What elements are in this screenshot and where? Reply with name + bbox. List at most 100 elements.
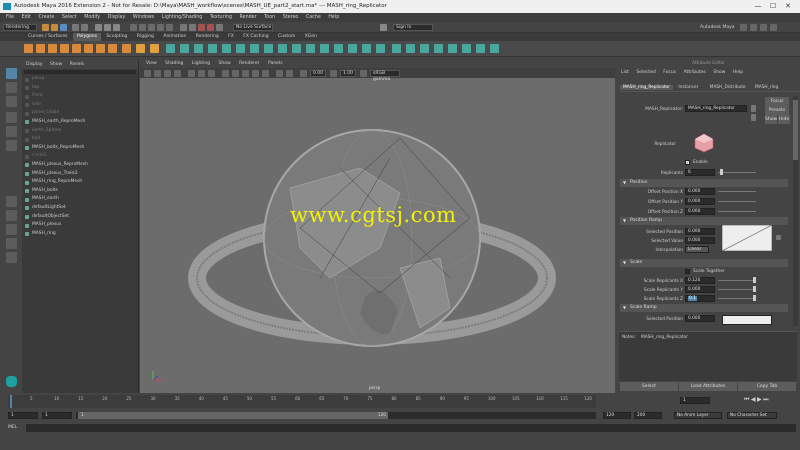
scale-x-slider-handle[interactable] [753, 277, 756, 283]
side-by-side-layout-icon[interactable] [6, 224, 17, 235]
tool-settings-icon[interactable] [760, 24, 767, 31]
move-tool-icon[interactable] [6, 112, 17, 123]
scale-ramp-selected-position-field[interactable]: 0.000 [685, 315, 715, 322]
combine-icon[interactable] [166, 44, 175, 53]
ipr-render-icon[interactable] [207, 24, 214, 31]
uv-editor-icon[interactable] [392, 44, 401, 53]
menu-edit[interactable]: Edit [22, 13, 31, 22]
undo-icon[interactable] [72, 24, 79, 31]
replicants-slider-handle[interactable] [720, 169, 723, 175]
tab-mash-ring[interactable]: MASH_ring [755, 85, 778, 90]
select-tool-icon[interactable] [6, 68, 17, 79]
shelf-tab-animation[interactable]: Animation [159, 33, 190, 41]
outliner-layout-icon[interactable] [6, 238, 17, 249]
replicants-field[interactable]: 6 [685, 169, 715, 176]
redo-icon[interactable] [81, 24, 88, 31]
snap-view-icon[interactable] [157, 24, 164, 31]
poly-sphere-icon[interactable] [24, 44, 33, 53]
scale-z-slider-handle[interactable] [753, 295, 756, 301]
outliner-item[interactable]: MASH_plexus_ReproMesh [22, 161, 138, 170]
notes-area[interactable]: Notes: MASH_ring_Replicator [619, 331, 797, 381]
sign-in-dropdown[interactable]: Sign In [393, 24, 433, 31]
gamma-field[interactable]: 1.00 [340, 69, 356, 77]
focus-input-icon[interactable] [751, 105, 756, 112]
ae-menu-focus[interactable]: Focus [663, 70, 676, 75]
outliner-item[interactable]: plane_Globe [22, 109, 138, 118]
select-object-icon[interactable] [104, 24, 111, 31]
wedge-icon[interactable] [376, 44, 385, 53]
automatic-mapping-icon[interactable] [420, 44, 429, 53]
range-slider-bar[interactable]: 1 120 [78, 412, 388, 419]
focus-output-icon[interactable] [751, 114, 756, 121]
interpolation-dropdown[interactable]: Linear [685, 246, 709, 253]
outliner-item[interactable]: top [22, 84, 138, 93]
planar-mapping-icon[interactable] [406, 44, 415, 53]
spherical-mapping-icon[interactable] [448, 44, 457, 53]
menu-windows[interactable]: Windows [133, 13, 154, 22]
poly-cylinder-icon[interactable] [48, 44, 57, 53]
offset-z-field[interactable]: 0.000 [685, 208, 715, 215]
outliner-item[interactable]: MASH_earth_ReproMesh [22, 118, 138, 127]
outliner-menu-display[interactable]: Display [26, 62, 43, 67]
shadows-icon[interactable] [262, 69, 269, 77]
viewport-menu-shading[interactable]: Shading [165, 61, 183, 66]
shelf-tab-polygons[interactable]: Polygons [72, 33, 101, 41]
hide-button[interactable]: Hide [778, 115, 790, 124]
ae-menu-help[interactable]: Help [733, 70, 743, 75]
grid-icon[interactable] [188, 69, 195, 77]
textured-icon[interactable] [242, 69, 249, 77]
tab-instancer[interactable]: Instancer [678, 85, 698, 90]
menu-create[interactable]: Create [38, 13, 54, 22]
tab-mash-ring-replicator[interactable]: MASH_ring_Replicator [620, 85, 673, 90]
bridge-icon[interactable] [250, 44, 259, 53]
modeling-toolkit-icon[interactable] [740, 24, 747, 31]
scale-together-checkbox[interactable] [685, 269, 690, 274]
shelf-tab-rigging[interactable]: Rigging [133, 33, 158, 41]
menu-texturing[interactable]: Texturing [210, 13, 232, 22]
smooth-shade-icon[interactable] [232, 69, 239, 77]
gamma-icon[interactable] [330, 69, 337, 77]
time-slider[interactable]: 5 10 15 20 25 30 35 40 45 50 55 60 65 70 75 80 85 90 95 100… [8, 395, 596, 408]
viewport-menu-lighting[interactable]: Lighting [192, 61, 210, 66]
user-icon[interactable] [380, 24, 387, 31]
outliner-item[interactable]: MASH_bolts_ReproMesh [22, 144, 138, 153]
graph-layout-icon[interactable] [6, 252, 17, 263]
scale-y-slider[interactable] [718, 289, 756, 290]
show-button[interactable]: Show [765, 115, 777, 124]
lasso-tool-icon[interactable] [6, 82, 17, 93]
end-time-field[interactable]: 200 [634, 412, 662, 419]
ae-scrollbar-thumb[interactable] [793, 100, 798, 160]
outliner-item[interactable]: side [22, 101, 138, 110]
scale-y-field[interactable]: 0.000 [685, 286, 715, 293]
position-ramp-graph[interactable] [722, 225, 772, 251]
close-button[interactable]: ✕ [781, 0, 795, 13]
command-language-label[interactable]: MEL [8, 424, 17, 432]
load-attributes-button[interactable]: Load Attributes [679, 382, 737, 391]
shelf-tab-curves-surfaces[interactable]: Curves / Surfaces [24, 33, 72, 41]
start-time-field[interactable]: 1 [8, 412, 38, 419]
section-scale[interactable]: Scale [620, 259, 788, 267]
platonic-solid-icon[interactable] [108, 44, 117, 53]
ramp-selected-position-field[interactable]: 0.000 [685, 228, 715, 235]
lights-icon[interactable] [252, 69, 259, 77]
menu-lighting-shading[interactable]: Lighting/Shading [162, 13, 203, 22]
ramp-expand-icon[interactable] [776, 235, 781, 240]
playback-start-field[interactable]: 1 [42, 412, 72, 419]
collapse-icon[interactable] [348, 44, 357, 53]
range-slider[interactable]: 1 120 [76, 412, 596, 419]
outliner-item[interactable]: front [22, 92, 138, 101]
shelf-tab-xgen[interactable]: XGen [301, 33, 321, 41]
select-button[interactable]: Select [620, 382, 678, 391]
outliner-item[interactable]: MASH_plexus [22, 221, 138, 230]
focus-button[interactable]: Focus [765, 97, 789, 106]
cut-uv-icon[interactable] [462, 44, 471, 53]
ramp-selected-value-field[interactable]: 0.000 [685, 237, 715, 244]
snap-grid-icon[interactable] [130, 24, 137, 31]
outliner-item[interactable]: MASH_ring_ReproMesh [22, 178, 138, 187]
menu-file[interactable]: File [6, 13, 14, 22]
outliner-menu-panels[interactable]: Panels [70, 62, 84, 67]
go-to-end-icon[interactable]: ⏭ [763, 396, 770, 403]
offset-z-slider[interactable] [718, 211, 756, 212]
target-weld-icon[interactable] [292, 44, 301, 53]
presets-button[interactable]: Presets [765, 106, 789, 115]
